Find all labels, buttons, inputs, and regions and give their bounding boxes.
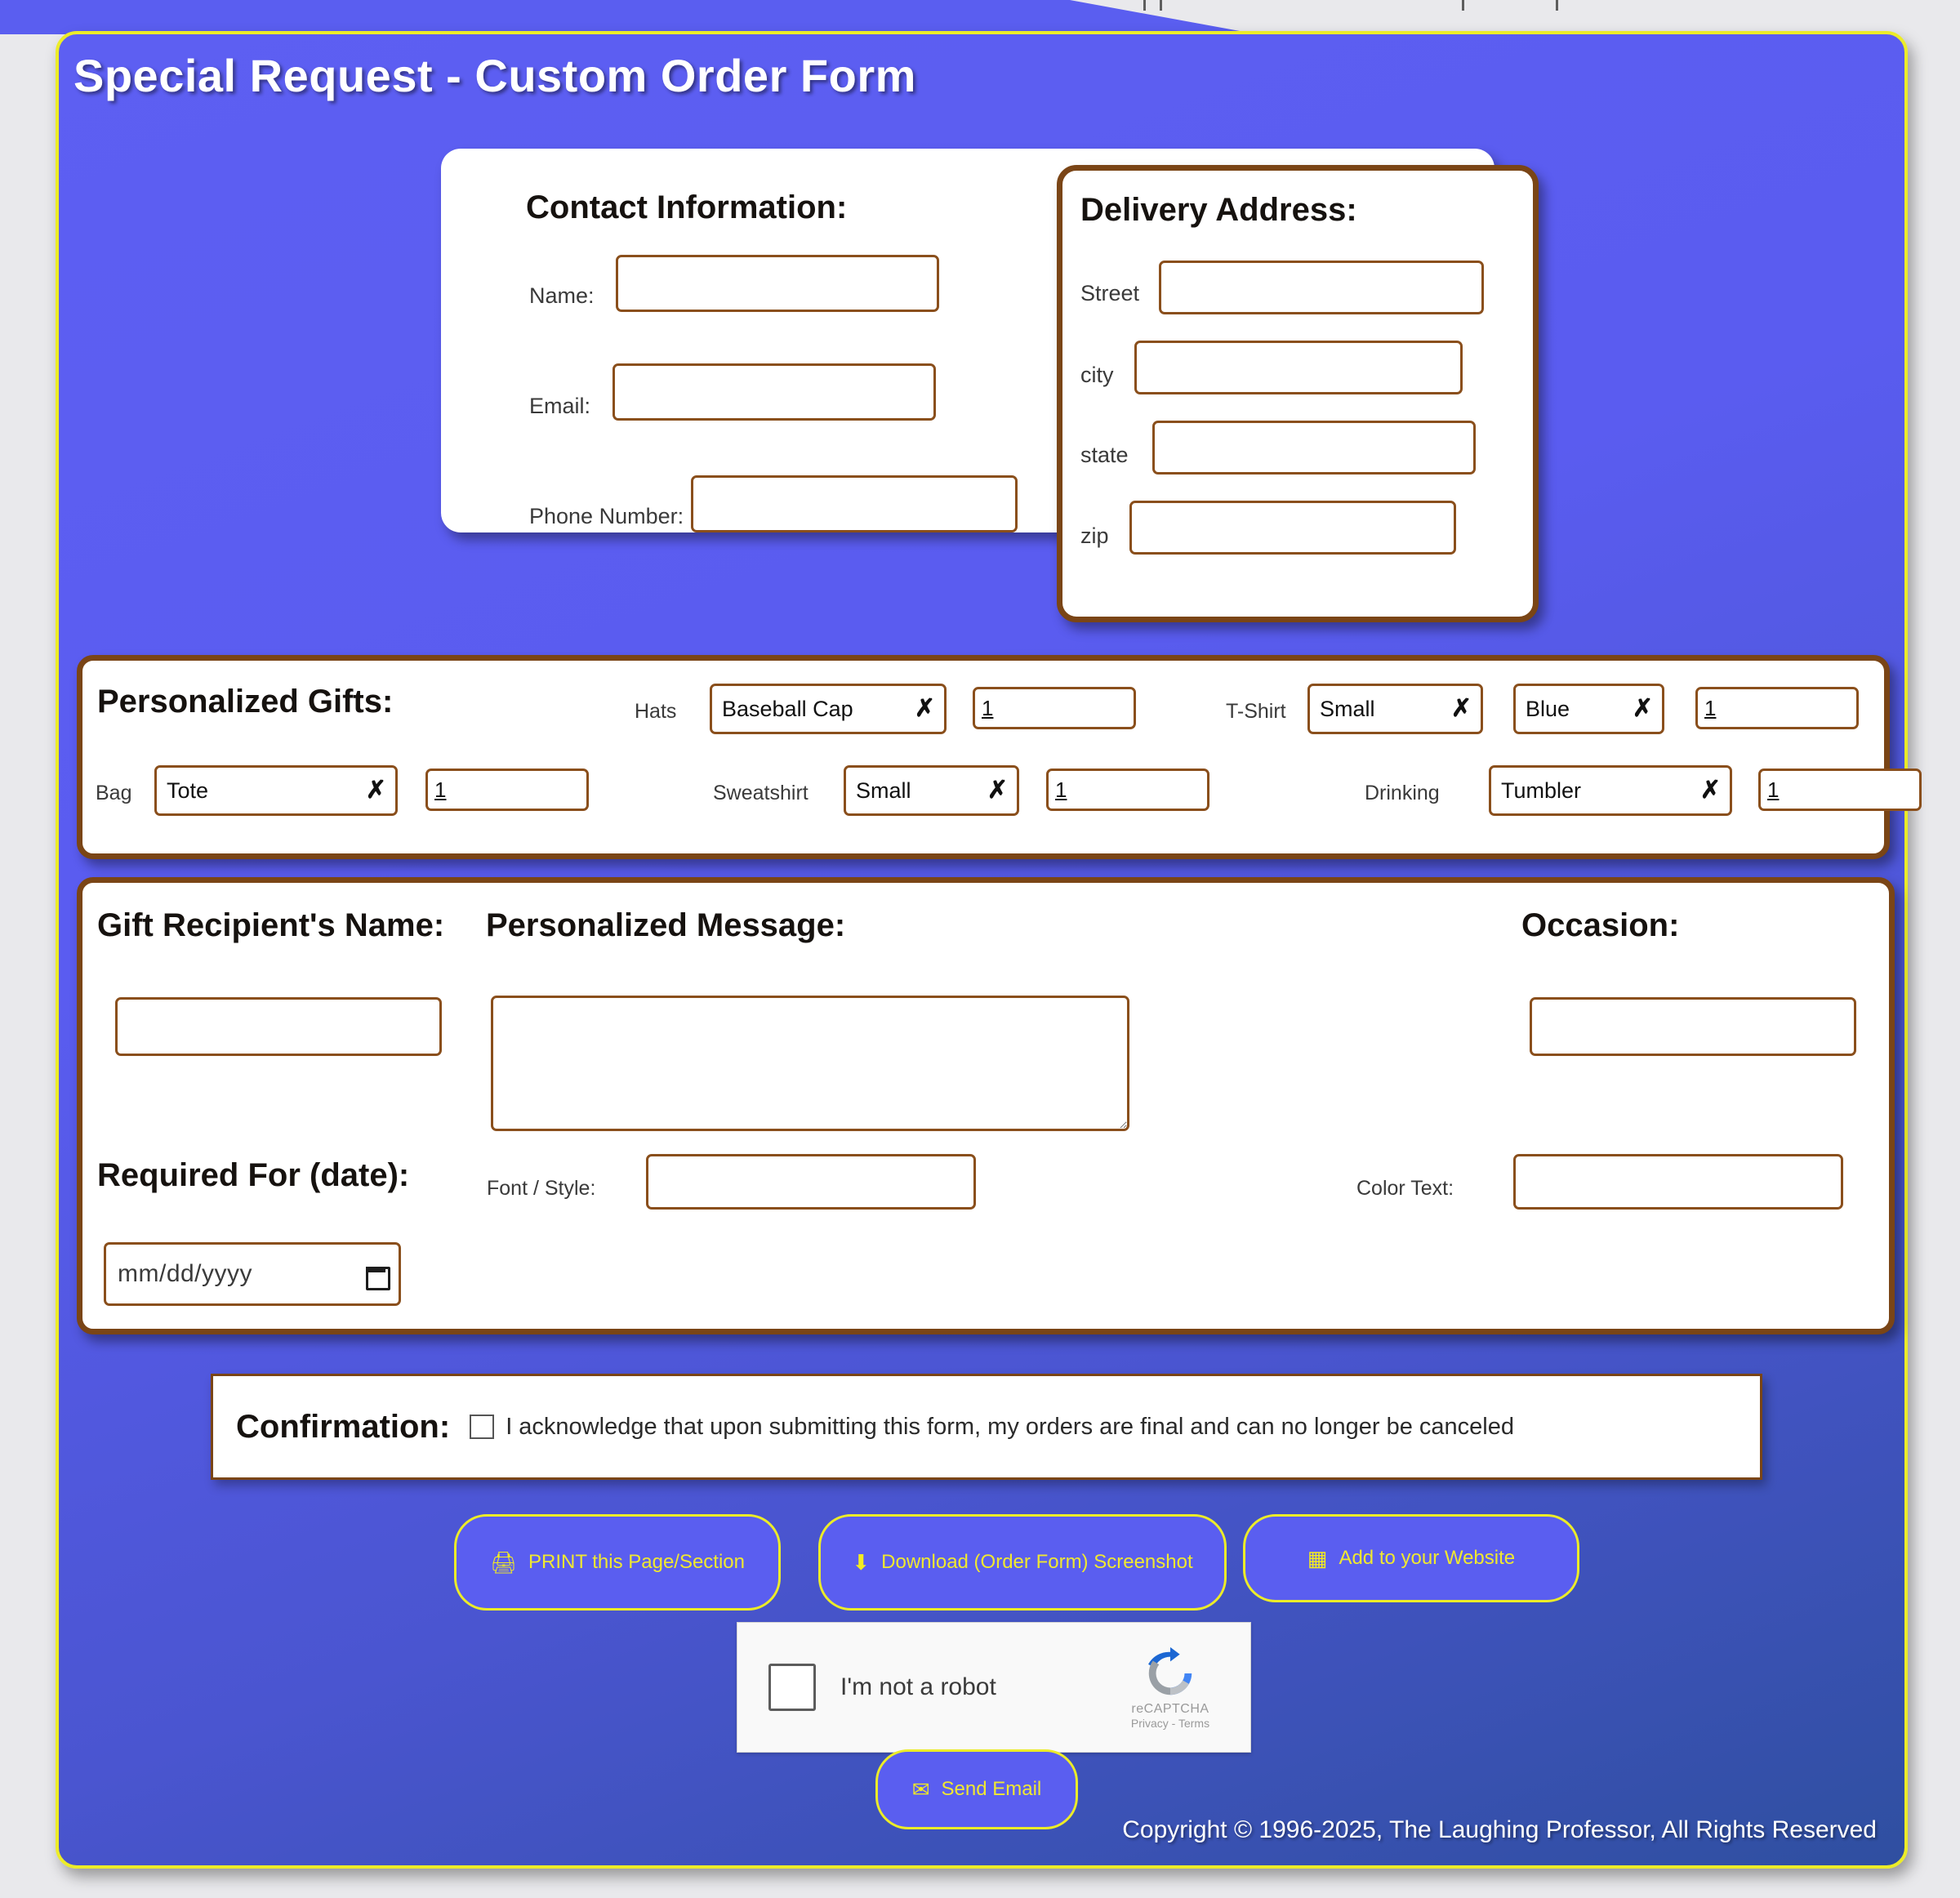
date-placeholder-text: mm/dd/yyyy <box>118 1260 253 1287</box>
page-title: Special Request - Custom Order Form <box>74 50 916 101</box>
personalized-message-heading: Personalized Message: <box>486 907 846 943</box>
confirmation-bar: Confirmation: I acknowledge that upon su… <box>211 1374 1762 1480</box>
tshirt-size-select[interactable]: Small <box>1307 684 1483 734</box>
recaptcha-brand-text: reCAPTCHA <box>1131 1702 1209 1716</box>
download-screenshot-button-label: Download (Order Form) Screenshot <box>881 1551 1193 1573</box>
copyright-text: Copyright © 1996-2025, The Laughing Prof… <box>1122 1816 1877 1843</box>
delivery-address-heading: Delivery Address: <box>1080 192 1357 228</box>
recaptcha-widget[interactable]: I'm not a robot reCAPTCHA Privacy - Term… <box>737 1622 1251 1753</box>
download-icon: ⬇ <box>852 1550 871 1575</box>
phone-number-input[interactable] <box>691 475 1018 532</box>
city-input[interactable] <box>1134 341 1463 394</box>
street-label: Street <box>1080 281 1140 305</box>
page-background-bleed <box>0 0 1258 34</box>
city-label: city <box>1080 363 1114 387</box>
name-label: Name: <box>529 283 595 308</box>
hats-select[interactable]: Baseball Cap <box>710 684 947 734</box>
tshirt-quantity-input[interactable] <box>1695 687 1859 729</box>
occasion-input[interactable] <box>1530 997 1856 1056</box>
send-email-button-label: Send Email <box>941 1778 1042 1800</box>
contact-information-heading: Contact Information: <box>526 189 848 225</box>
delivery-address-panel: Delivery Address: Street city state zip <box>1057 165 1539 622</box>
personalization-panel: Gift Recipient's Name: Personalized Mess… <box>77 877 1895 1334</box>
gift-recipient-input[interactable] <box>115 997 442 1056</box>
add-to-website-button-label: Add to your Website <box>1339 1547 1516 1569</box>
confirmation-acknowledgement-text: I acknowledge that upon submitting this … <box>506 1413 1515 1440</box>
font-style-label: Font / Style: <box>487 1177 596 1200</box>
download-screenshot-button[interactable]: ⬇ Download (Order Form) Screenshot <box>818 1514 1227 1611</box>
print-page-button[interactable]: 🖨 PRINT this Page/Section <box>454 1514 781 1611</box>
tshirt-size-select-wrap: Small ✗ <box>1307 684 1483 734</box>
drinking-label: Drinking <box>1365 782 1440 804</box>
hats-label: Hats <box>635 700 677 723</box>
recaptcha-checkbox[interactable] <box>768 1664 816 1711</box>
sweatshirt-select[interactable]: Small <box>844 765 1019 816</box>
drinking-quantity-input[interactable] <box>1758 769 1922 811</box>
email-label: Email: <box>529 394 591 418</box>
personalized-gifts-heading: Personalized Gifts: <box>97 684 394 720</box>
occasion-heading: Occasion: <box>1521 907 1680 943</box>
zip-input[interactable] <box>1129 501 1456 555</box>
drinking-select[interactable]: Tumbler <box>1489 765 1732 816</box>
add-to-website-button[interactable]: ▦ Add to your Website <box>1243 1514 1579 1602</box>
send-email-button[interactable]: ✉ Send Email <box>875 1749 1078 1829</box>
color-text-label: Color Text: <box>1356 1177 1454 1200</box>
color-text-input[interactable] <box>1513 1154 1843 1210</box>
printer-icon: 🖨 <box>489 1550 517 1575</box>
personalized-gifts-panel: Personalized Gifts: Hats Baseball Cap ✗ … <box>77 655 1922 859</box>
confirmation-checkbox[interactable] <box>470 1415 495 1439</box>
font-style-input[interactable] <box>646 1154 976 1210</box>
print-page-button-label: PRINT this Page/Section <box>528 1551 746 1573</box>
recaptcha-terms-text: Privacy - Terms <box>1130 1717 1210 1730</box>
zip-label: zip <box>1080 524 1109 548</box>
sweatshirt-quantity-input[interactable] <box>1046 769 1209 811</box>
tshirt-color-select[interactable]: Blue <box>1513 684 1664 734</box>
envelope-icon: ✉ <box>911 1777 930 1802</box>
recaptcha-branding: reCAPTCHA Privacy - Terms <box>1113 1645 1227 1730</box>
personalized-message-textarea[interactable] <box>491 996 1129 1131</box>
gift-recipient-heading: Gift Recipient's Name: <box>97 907 445 943</box>
name-input[interactable] <box>616 255 939 312</box>
tshirt-color-select-wrap: Blue ✗ <box>1513 684 1664 734</box>
calendar-icon[interactable] <box>366 1263 390 1290</box>
grid-icon: ▦ <box>1307 1546 1328 1571</box>
bag-quantity-input[interactable] <box>425 769 589 811</box>
screenshot-root: Special Request - Custom Order Form Cont… <box>0 0 1960 1898</box>
sweatshirt-select-wrap: Small ✗ <box>844 765 1019 816</box>
recaptcha-logo-icon <box>1113 1645 1227 1702</box>
state-input[interactable] <box>1152 421 1476 474</box>
hats-select-wrap: Baseball Cap ✗ <box>710 684 947 734</box>
phone-number-label: Phone Number: <box>529 504 684 528</box>
confirmation-heading: Confirmation: <box>236 1408 451 1445</box>
state-label: state <box>1080 443 1129 467</box>
bag-select-wrap: Tote ✗ <box>154 765 398 816</box>
required-date-heading: Required For (date): <box>97 1157 410 1193</box>
street-input[interactable] <box>1159 261 1484 314</box>
recaptcha-label: I'm not a robot <box>840 1673 996 1700</box>
required-date-input[interactable]: mm/dd/yyyy <box>104 1242 401 1306</box>
bag-label: Bag <box>96 782 132 804</box>
email-input[interactable] <box>612 363 936 421</box>
hats-quantity-input[interactable] <box>973 687 1136 729</box>
drinking-select-wrap: Tumbler ✗ <box>1489 765 1732 816</box>
tshirt-label: T-Shirt <box>1226 700 1286 723</box>
order-form-card: Special Request - Custom Order Form Cont… <box>56 31 1922 1869</box>
bag-select[interactable]: Tote <box>154 765 398 816</box>
sweatshirt-label: Sweatshirt <box>713 782 808 804</box>
